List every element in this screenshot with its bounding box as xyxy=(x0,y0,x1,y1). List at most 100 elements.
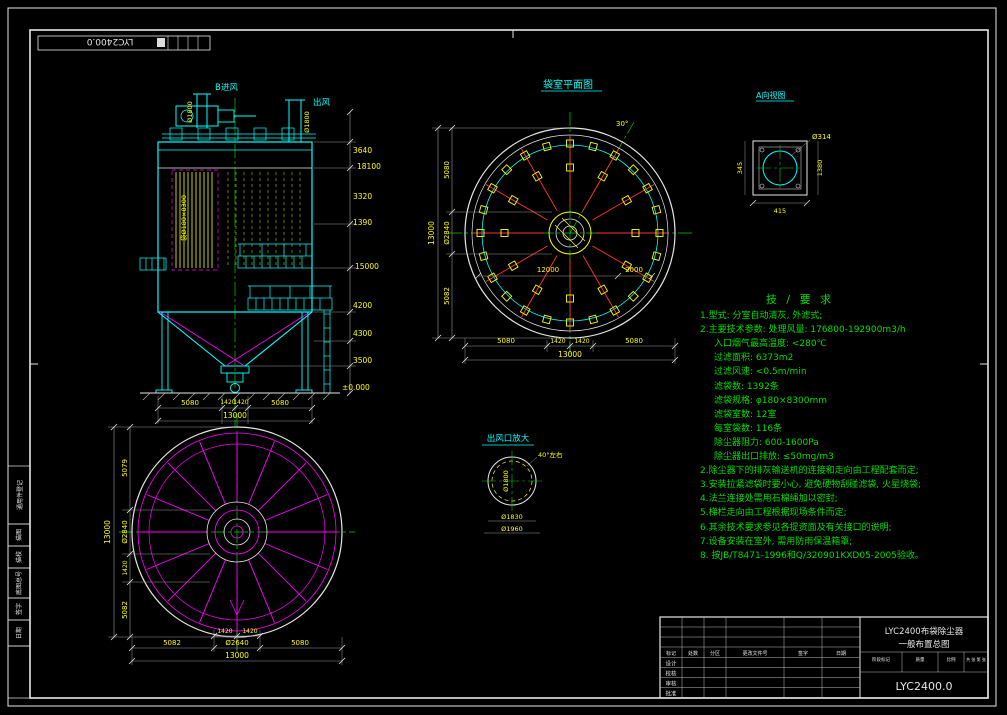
tb-header-docno: 更改文件号 xyxy=(742,650,767,657)
tb-sig-approve: 批准 xyxy=(665,690,677,698)
tech-line: 入口烟气最高温度: <280℃ xyxy=(714,337,827,349)
strip-label-reuse: 通用件登记 xyxy=(16,480,24,510)
plan-dim-5080: 5080 xyxy=(443,161,451,179)
bp-bdim-5082: 5082 xyxy=(163,639,181,647)
inlet-label: B进风 xyxy=(215,83,238,93)
inlet-diameter-dim: Ø1800 xyxy=(186,101,194,123)
dim-5080-left: 5080 xyxy=(181,399,199,407)
tech-line: 2.除尘器下的排灰输送机的连接和走向由工程配套而定; xyxy=(700,464,919,476)
plan-bottom-dims: 5080 1420 1420 5080 13000 xyxy=(461,337,679,364)
bag-rows-dashed xyxy=(227,172,301,268)
dim-3500: 3500 xyxy=(353,356,372,365)
tech-line: 过滤面积: 6373m2 xyxy=(714,351,793,363)
plan-dim-2000: 2000 xyxy=(625,266,643,274)
plan-bdim-1420-a: 1420 xyxy=(550,338,565,345)
bp-bdim-1420-b: 1420 xyxy=(242,628,257,635)
tech-line: 除尘器出口排放: ≤50mg/m3 xyxy=(714,450,834,462)
sheet-frame: LYC2400.0 通用件登记 描图 描校 底图总号 签字 日期 xyxy=(7,7,997,707)
plan-dim-12000: 12000 xyxy=(537,266,559,274)
bottom-plan-bottom-dims: 1420 1420 5082 Ø2640 5080 13000 xyxy=(128,628,346,665)
tech-line: 8. 按JB/T8471-1996和Q/320901KXD05-2005验收。 xyxy=(700,549,924,561)
angle-30-label: 30° xyxy=(616,120,628,128)
tb-header-mark: 标记 xyxy=(666,650,676,657)
tech-line: 滤袋室数: 12室 xyxy=(714,408,776,420)
detail-a-dim-345: 345 xyxy=(736,162,744,174)
outlet-dia-1960: Ø1960 xyxy=(501,525,523,533)
dim-15000: 15000 xyxy=(355,262,379,271)
plan-bdim-1420-b: 1420 xyxy=(574,338,589,345)
bp-bdim-5080: 5080 xyxy=(291,639,309,647)
plan-dim-5082: 5082 xyxy=(443,287,451,305)
tb-sig-design: 设计 xyxy=(665,660,677,668)
bp-dim-2840: Ø2840 xyxy=(121,520,129,543)
tb-sig-check: 校核 xyxy=(665,670,677,678)
outlet-dia-1800: Ø1800 xyxy=(502,470,510,492)
plan-bdim-5080-left: 5080 xyxy=(497,337,515,345)
tech-line: 2.主要技术参数: 处理风量: 176800-192900m3/h xyxy=(700,323,906,335)
bp-dim-5082: 5082 xyxy=(121,601,129,619)
dim-4200: 4200 xyxy=(353,301,372,310)
detail-a-dim-314: Ø314 xyxy=(812,133,831,141)
tech-line: 7.设备安装在室外, 需用防雨保温箱罩; xyxy=(700,535,852,547)
tb-sheet-label: 共 张 第 张 xyxy=(966,656,986,662)
tech-line: 滤袋规格: φ180×8300mm xyxy=(714,394,827,406)
outlet-detail-title: 出风口放大 xyxy=(487,433,530,444)
tb-sig-review: 审核 xyxy=(665,680,677,688)
plan-dim-13000-left: 13000 xyxy=(427,221,436,245)
bp-bdim-2640: Ø2640 xyxy=(225,639,248,647)
tech-line: 过滤风速: <0.5m/min xyxy=(714,365,807,377)
bag-chamber-plan-view: 袋室平面图 30° 5080 Ø2840 5082 13000 12000 20… xyxy=(427,78,692,364)
bp-bdim-1420-a: 1420 xyxy=(217,628,232,635)
platforms xyxy=(139,243,333,311)
left-strip: 通用件登记 描图 描校 底图总号 签字 日期 xyxy=(7,465,31,699)
outlet-dia-1830: Ø1830 xyxy=(501,513,523,521)
title-block: 标记 处数 分区 更改文件号 签字 日期 设计 校核 审核 批准 LYC2400… xyxy=(659,616,989,699)
ground-level-dim: ±0.000 xyxy=(342,383,370,392)
detail-a-view: A向视图 Ø314 345 1380 415 xyxy=(736,90,831,215)
detail-a-title: A向视图 xyxy=(756,90,785,100)
bp-dim-1420: 1420 xyxy=(122,560,129,575)
mirrored-drawing-number: LYC2400.0 xyxy=(86,36,133,46)
tech-line: 滤袋数: 1392条 xyxy=(714,380,779,392)
strip-label-trace: 描图 xyxy=(15,529,23,541)
plan-view-title: 袋室平面图 xyxy=(543,78,593,91)
tech-line: 除尘器阻力: 600-1600Pa xyxy=(714,436,819,448)
bottom-structure-plan-view: 5079 Ø2840 1420 5082 13000 1420 1420 508… xyxy=(103,414,355,665)
technical-requirements: 技 / 要 求 1.型式: 分室自动清灰, 外滤式; 2.主要技术参数: 处理风… xyxy=(700,293,924,561)
dim-5080-right: 5080 xyxy=(271,399,289,407)
bp-dim-5079: 5079 xyxy=(121,459,129,477)
tech-line: 3.安装拉紧滤袋时要小心, 避免硬物刮碰滤袋, 火星烧袋; xyxy=(700,478,921,490)
outlet-detail-note: 40°左右 xyxy=(538,450,563,459)
dim-1420-b: 1420 xyxy=(233,399,248,406)
tb-stage-label: 阶段标记 xyxy=(872,656,890,663)
dim-3320: 3320 xyxy=(353,192,372,201)
plan-bdim-5080-right: 5080 xyxy=(625,337,643,345)
strip-label-date: 日期 xyxy=(15,627,23,639)
plan-bdim-13000: 13000 xyxy=(558,350,582,359)
bag-size-label: 袋Ø180×8300 xyxy=(179,195,188,241)
tech-title: 技 / 要 求 xyxy=(766,293,834,306)
strip-label-sign: 签字 xyxy=(15,603,23,615)
tb-header-count: 处数 xyxy=(688,650,698,657)
corner-title-table: LYC2400.0 xyxy=(37,35,211,51)
corner-mark xyxy=(157,38,165,47)
tb-header-date: 日期 xyxy=(836,651,846,657)
ladder xyxy=(323,310,331,393)
dim-13000-overall: 13000 xyxy=(223,411,247,420)
detail-a-dim-1380: 1380 xyxy=(816,160,824,177)
tb-scale-label: 比例 xyxy=(947,656,956,663)
tech-line: 1.型式: 分室自动清灰, 外滤式; xyxy=(700,309,822,321)
dim-4300: 4300 xyxy=(353,329,372,338)
bp-dim-13000-left: 13000 xyxy=(103,520,112,544)
detail-a-dim-415: 415 xyxy=(774,207,786,215)
outlet-enlarged-detail: 出风口放大 40°左右 Ø1800 Ø1830 Ø1960 xyxy=(482,433,563,534)
tb-header-sign: 签字 xyxy=(798,650,808,657)
tb-drawing-number: LYC2400.0 xyxy=(896,680,953,693)
tech-line: 6.其余技术要求参见各提资面及有关接口的说明; xyxy=(700,521,892,533)
top-assembly: B进风 Ø1800 出风 Ø1800 xyxy=(162,83,331,142)
tb-drawing-name: 一般布置总图 xyxy=(898,639,949,650)
outlet-label: 出风 xyxy=(313,97,331,108)
dim-1390: 1390 xyxy=(353,218,372,227)
outlet-diameter-dim: Ø1800 xyxy=(303,111,311,133)
front-right-dims: 3640 18100 3320 1390 15000 4200 4300 350… xyxy=(250,108,381,397)
